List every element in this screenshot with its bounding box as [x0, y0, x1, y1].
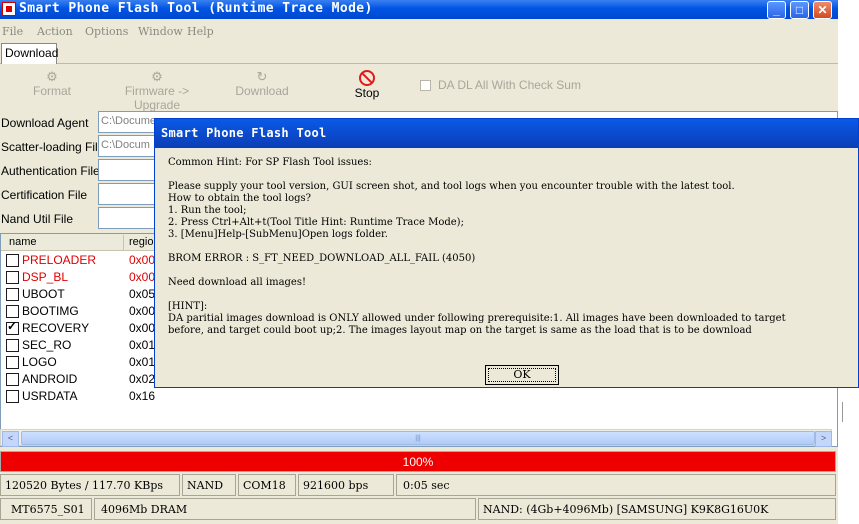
status-chip: MT6575_S01 [0, 498, 92, 520]
status-speed: 120520 Bytes / 117.70 KBps [0, 474, 180, 496]
stop-icon [359, 70, 375, 86]
status-time: 0:05 sec [396, 474, 836, 496]
row-name: ANDROID [22, 372, 78, 386]
toolbar: ⚙ Format ⚙ Firmware -> Upgrade ↻ Downloa… [0, 66, 838, 113]
row-region: 0x01 [129, 355, 156, 369]
download-icon: ↻ [256, 69, 268, 84]
row-checkbox[interactable] [6, 356, 19, 369]
download-button[interactable]: ↻ Download [232, 69, 292, 99]
row-checkbox[interactable] [6, 319, 19, 335]
scatter-file-label: Scatter-loading File [1, 140, 105, 154]
menu-help[interactable]: Help [187, 25, 214, 38]
status-baud: 921600 bps [298, 474, 394, 496]
row-region: 0x00 [129, 304, 156, 318]
tab-download[interactable]: Download [1, 43, 58, 64]
progress-text: 100% [402, 455, 434, 469]
close-button[interactable]: ✕ [813, 1, 832, 19]
menu-options[interactable]: Options [85, 25, 128, 38]
dialog-line: [HINT]: [168, 301, 208, 312]
row-checkbox[interactable] [6, 288, 19, 301]
status-chip-text: MT6575_S01 [11, 503, 85, 516]
row-checkbox[interactable] [6, 390, 19, 403]
ok-button[interactable]: OK [485, 365, 559, 385]
tab-strip: Download [0, 42, 838, 64]
row-region: 0x00 [129, 321, 156, 335]
status-dram-text: 4096Mb DRAM [101, 503, 188, 516]
dialog-title-bar[interactable]: Smart Phone Flash Tool [155, 119, 858, 148]
nand-util-file-label: Nand Util File [1, 212, 74, 226]
background-divider [842, 402, 843, 422]
format-icon: ⚙ [46, 69, 58, 84]
firmware-upgrade-label: Firmware -> Upgrade [124, 84, 190, 112]
format-button[interactable]: ⚙ Format [30, 69, 74, 99]
row-checkbox[interactable] [6, 305, 19, 318]
authentication-file-label: Authentication File [1, 164, 100, 178]
menu-bar: File Action Options Window Help [0, 22, 838, 42]
dialog-line: How to obtain the tool logs? [168, 193, 312, 204]
dialog-line: 3. [Menu]Help-[SubMenu]Open logs folder. [168, 229, 388, 240]
stop-button[interactable]: Stop [350, 70, 384, 100]
scroll-left-arrow[interactable]: < [2, 431, 19, 447]
row-name: USRDATA [22, 389, 78, 403]
window-title: Smart Phone Flash Tool (Runtime Trace Mo… [19, 1, 373, 16]
certification-file-label: Certification File [1, 188, 88, 202]
scroll-right-arrow[interactable]: > [815, 431, 832, 447]
error-dialog: Smart Phone Flash Tool Common Hint: For … [154, 118, 859, 388]
row-name: LOGO [22, 355, 57, 369]
upgrade-icon: ⚙ [151, 69, 163, 84]
row-name: PRELOADER [22, 253, 97, 267]
focus-rectangle [488, 368, 556, 382]
dialog-line: 1. Run the tool; [168, 205, 247, 216]
menu-window[interactable]: Window [138, 25, 183, 38]
column-divider[interactable] [123, 235, 124, 250]
row-region: 0x16 [129, 389, 156, 403]
dialog-line: 2. Press Ctrl+Alt+t(Tool Title Hint: Run… [168, 217, 464, 228]
download-label: Download [235, 84, 289, 98]
row-region: 0x01 [129, 338, 156, 352]
da-dl-label: DA DL All With Check Sum [438, 78, 581, 92]
dialog-line: Need download all images! [168, 277, 306, 288]
progress-bar: 100% [0, 451, 836, 472]
format-label: Format [32, 84, 71, 98]
row-region: 0x02 [129, 372, 156, 386]
maximize-button[interactable]: □ [790, 1, 809, 19]
stop-label: Stop [354, 86, 380, 100]
da-dl-checkbox[interactable] [420, 80, 431, 91]
menu-file[interactable]: File [2, 25, 23, 38]
row-checkbox[interactable] [6, 271, 19, 284]
row-region: 0x05 [129, 287, 156, 301]
download-agent-label: Download Agent [1, 116, 89, 130]
horizontal-scrollbar[interactable]: < ||| > [0, 429, 832, 447]
dialog-line: before, and target could boot up;2. The … [168, 325, 752, 336]
status-nand-info: NAND: (4Gb+4096Mb) [SAMSUNG] K9K8G16U0K [478, 498, 836, 520]
status-port: COM18 [238, 474, 296, 496]
list-item[interactable]: USRDATA 0x16 [1, 388, 837, 405]
row-checkbox[interactable] [6, 254, 19, 267]
status-time-text: 0:05 sec [403, 479, 450, 492]
row-name: SEC_RO [22, 338, 72, 352]
dialog-line: DA paritial images download is ONLY allo… [168, 313, 786, 324]
dialog-line: Please supply your tool version, GUI scr… [168, 181, 735, 192]
status-storage: NAND [182, 474, 236, 496]
minimize-button[interactable]: _ [767, 1, 786, 19]
status-dram: 4096Mb DRAM [94, 498, 476, 520]
row-name: RECOVERY [22, 321, 90, 335]
dialog-title: Smart Phone Flash Tool [161, 126, 327, 140]
row-checkbox[interactable] [6, 339, 19, 352]
firmware-upgrade-button[interactable]: ⚙ Firmware -> Upgrade [104, 69, 210, 113]
dialog-line: Common Hint: For SP Flash Tool issues: [168, 157, 372, 168]
row-name: BOOTIMG [22, 304, 79, 318]
column-header-name[interactable]: name [9, 236, 37, 248]
row-name: DSP_BL [22, 270, 69, 284]
scroll-thumb[interactable]: ||| [21, 431, 815, 445]
row-name: UBOOT [22, 287, 65, 301]
app-icon [2, 2, 16, 16]
menu-action[interactable]: Action [37, 25, 73, 38]
dialog-line: BROM ERROR : S_FT_NEED_DOWNLOAD_ALL_FAIL… [168, 253, 476, 264]
title-bar[interactable]: Smart Phone Flash Tool (Runtime Trace Mo… [0, 0, 838, 19]
row-checkbox[interactable] [6, 373, 19, 386]
